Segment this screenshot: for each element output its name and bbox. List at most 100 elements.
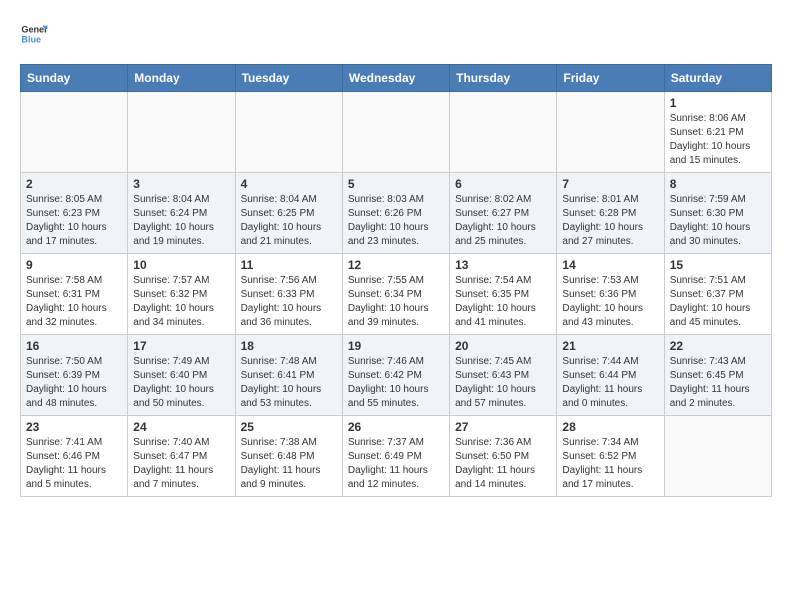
day-info: Sunrise: 7:44 AM Sunset: 6:44 PM Dayligh… <box>562 355 658 411</box>
calendar-cell: 2Sunrise: 8:05 AM Sunset: 6:23 PM Daylig… <box>21 173 128 254</box>
calendar-cell: 14 Sunrise: 7:53 AM Sunset: 6:36 PM Dayli… <box>557 254 664 335</box>
calendar-cell: 26 Sunrise: 7:37 AM Sunset: 6:49 PM Dayli… <box>342 416 449 497</box>
calendar-cell <box>664 416 771 497</box>
day-number: 23 <box>26 420 122 434</box>
calendar-cell <box>450 92 557 173</box>
day-info: Sunrise: 7:48 AM Sunset: 6:41 PM Dayligh… <box>241 355 337 411</box>
calendar-cell <box>21 92 128 173</box>
calendar-cell <box>235 92 342 173</box>
svg-text:Blue: Blue <box>21 34 41 44</box>
calendar-cell: 28 Sunrise: 7:34 AM Sunset: 6:52 PM Dayli… <box>557 416 664 497</box>
calendar-cell: 10 Sunrise: 7:57 AM Sunset: 6:32 PM Dayli… <box>128 254 235 335</box>
weekday-header-tuesday: Tuesday <box>235 65 342 92</box>
week-row-5: 23Sunrise: 7:41 AM Sunset: 6:46 PM Dayli… <box>21 416 772 497</box>
day-number: 15 <box>670 258 766 272</box>
day-number: 10 <box>133 258 229 272</box>
calendar-cell: 22 Sunrise: 7:43 AM Sunset: 6:45 PM Dayli… <box>664 335 771 416</box>
calendar-cell <box>557 92 664 173</box>
day-info: Sunrise: 7:45 AM Sunset: 6:43 PM Dayligh… <box>455 355 551 411</box>
day-number: 22 <box>670 339 766 353</box>
calendar-table: SundayMondayTuesdayWednesdayThursdayFrid… <box>20 64 772 497</box>
day-info: Sunrise: 7:40 AM Sunset: 6:47 PM Dayligh… <box>133 436 229 492</box>
calendar-cell: 25 Sunrise: 7:38 AM Sunset: 6:48 PM Dayli… <box>235 416 342 497</box>
day-info: Sunrise: 7:58 AM Sunset: 6:31 PM Dayligh… <box>26 274 122 330</box>
day-info: Sunrise: 7:53 AM Sunset: 6:36 PM Dayligh… <box>562 274 658 330</box>
day-number: 13 <box>455 258 551 272</box>
day-number: 20 <box>455 339 551 353</box>
day-number: 11 <box>241 258 337 272</box>
calendar-cell: 21 Sunrise: 7:44 AM Sunset: 6:44 PM Dayli… <box>557 335 664 416</box>
day-info: Sunrise: 7:55 AM Sunset: 6:34 PM Dayligh… <box>348 274 444 330</box>
day-number: 28 <box>562 420 658 434</box>
day-number: 18 <box>241 339 337 353</box>
day-number: 26 <box>348 420 444 434</box>
day-info: Sunrise: 8:06 AM Sunset: 6:21 PM Dayligh… <box>670 112 766 168</box>
calendar-cell: 16 Sunrise: 7:50 AM Sunset: 6:39 PM Dayli… <box>21 335 128 416</box>
page-header: General Blue <box>20 20 772 48</box>
day-number: 21 <box>562 339 658 353</box>
calendar-cell: 1 Sunrise: 8:06 AM Sunset: 6:21 PM Daylig… <box>664 92 771 173</box>
day-number: 17 <box>133 339 229 353</box>
calendar-cell: 13 Sunrise: 7:54 AM Sunset: 6:35 PM Dayli… <box>450 254 557 335</box>
day-info: Sunrise: 7:59 AM Sunset: 6:30 PM Dayligh… <box>670 193 766 249</box>
day-number: 3 <box>133 177 229 191</box>
day-info: Sunrise: 7:50 AM Sunset: 6:39 PM Dayligh… <box>26 355 122 411</box>
day-number: 1 <box>670 96 766 110</box>
calendar-cell <box>342 92 449 173</box>
calendar-cell: 20 Sunrise: 7:45 AM Sunset: 6:43 PM Dayli… <box>450 335 557 416</box>
day-info: Sunrise: 8:01 AM Sunset: 6:28 PM Dayligh… <box>562 193 658 249</box>
calendar-cell: 17 Sunrise: 7:49 AM Sunset: 6:40 PM Dayli… <box>128 335 235 416</box>
calendar-cell: 27 Sunrise: 7:36 AM Sunset: 6:50 PM Dayli… <box>450 416 557 497</box>
day-info: Sunrise: 7:34 AM Sunset: 6:52 PM Dayligh… <box>562 436 658 492</box>
day-number: 4 <box>241 177 337 191</box>
calendar-cell: 15 Sunrise: 7:51 AM Sunset: 6:37 PM Dayli… <box>664 254 771 335</box>
day-info: Sunrise: 7:54 AM Sunset: 6:35 PM Dayligh… <box>455 274 551 330</box>
week-row-1: 1 Sunrise: 8:06 AM Sunset: 6:21 PM Daylig… <box>21 92 772 173</box>
day-number: 19 <box>348 339 444 353</box>
calendar-cell: 19 Sunrise: 7:46 AM Sunset: 6:42 PM Dayli… <box>342 335 449 416</box>
day-info: Sunrise: 7:51 AM Sunset: 6:37 PM Dayligh… <box>670 274 766 330</box>
day-info: Sunrise: 7:57 AM Sunset: 6:32 PM Dayligh… <box>133 274 229 330</box>
calendar-cell: 18 Sunrise: 7:48 AM Sunset: 6:41 PM Dayli… <box>235 335 342 416</box>
calendar-cell: 11 Sunrise: 7:56 AM Sunset: 6:33 PM Dayli… <box>235 254 342 335</box>
day-number: 25 <box>241 420 337 434</box>
day-number: 8 <box>670 177 766 191</box>
day-number: 12 <box>348 258 444 272</box>
day-number: 5 <box>348 177 444 191</box>
day-info: Sunrise: 7:56 AM Sunset: 6:33 PM Dayligh… <box>241 274 337 330</box>
weekday-header-saturday: Saturday <box>664 65 771 92</box>
day-info: Sunrise: 7:37 AM Sunset: 6:49 PM Dayligh… <box>348 436 444 492</box>
day-info: Sunrise: 7:43 AM Sunset: 6:45 PM Dayligh… <box>670 355 766 411</box>
weekday-header-thursday: Thursday <box>450 65 557 92</box>
day-number: 14 <box>562 258 658 272</box>
weekday-header-row: SundayMondayTuesdayWednesdayThursdayFrid… <box>21 65 772 92</box>
weekday-header-monday: Monday <box>128 65 235 92</box>
calendar-cell: 4 Sunrise: 8:04 AM Sunset: 6:25 PM Daylig… <box>235 173 342 254</box>
calendar-cell: 24 Sunrise: 7:40 AM Sunset: 6:47 PM Dayli… <box>128 416 235 497</box>
day-number: 16 <box>26 339 122 353</box>
day-info: Sunrise: 8:04 AM Sunset: 6:25 PM Dayligh… <box>241 193 337 249</box>
weekday-header-friday: Friday <box>557 65 664 92</box>
day-info: Sunrise: 7:46 AM Sunset: 6:42 PM Dayligh… <box>348 355 444 411</box>
day-number: 9 <box>26 258 122 272</box>
weekday-header-wednesday: Wednesday <box>342 65 449 92</box>
calendar-cell <box>128 92 235 173</box>
logo: General Blue <box>20 20 52 48</box>
day-info: Sunrise: 8:04 AM Sunset: 6:24 PM Dayligh… <box>133 193 229 249</box>
day-number: 6 <box>455 177 551 191</box>
day-number: 27 <box>455 420 551 434</box>
week-row-2: 2Sunrise: 8:05 AM Sunset: 6:23 PM Daylig… <box>21 173 772 254</box>
calendar-cell: 7Sunrise: 8:01 AM Sunset: 6:28 PM Daylig… <box>557 173 664 254</box>
day-info: Sunrise: 7:38 AM Sunset: 6:48 PM Dayligh… <box>241 436 337 492</box>
logo-icon: General Blue <box>20 20 48 48</box>
day-info: Sunrise: 8:05 AM Sunset: 6:23 PM Dayligh… <box>26 193 122 249</box>
day-number: 24 <box>133 420 229 434</box>
weekday-header-sunday: Sunday <box>21 65 128 92</box>
day-info: Sunrise: 7:36 AM Sunset: 6:50 PM Dayligh… <box>455 436 551 492</box>
calendar-cell: 6 Sunrise: 8:02 AM Sunset: 6:27 PM Daylig… <box>450 173 557 254</box>
calendar-cell: 3 Sunrise: 8:04 AM Sunset: 6:24 PM Daylig… <box>128 173 235 254</box>
calendar-cell: 8 Sunrise: 7:59 AM Sunset: 6:30 PM Daylig… <box>664 173 771 254</box>
day-info: Sunrise: 7:49 AM Sunset: 6:40 PM Dayligh… <box>133 355 229 411</box>
calendar-cell: 12 Sunrise: 7:55 AM Sunset: 6:34 PM Dayli… <box>342 254 449 335</box>
day-info: Sunrise: 8:02 AM Sunset: 6:27 PM Dayligh… <box>455 193 551 249</box>
